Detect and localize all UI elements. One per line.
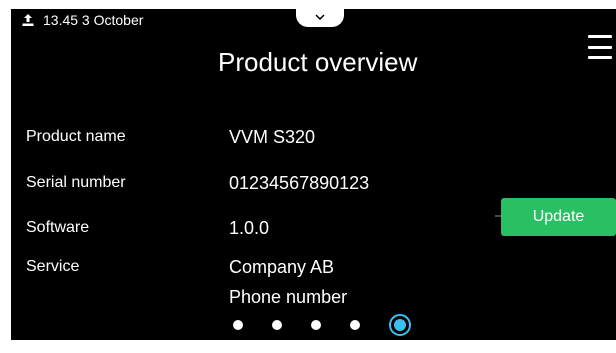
page-dot-4[interactable] — [350, 320, 360, 330]
row-software: Software 1.0.0 — [11, 213, 501, 243]
hamburger-menu-button[interactable] — [584, 30, 616, 64]
product-name-label: Product name — [26, 128, 126, 145]
chevron-down-icon — [315, 9, 325, 25]
row-product-name: Product name VVM S320 — [11, 122, 501, 152]
product-name-value: VVM S320 — [229, 127, 316, 147]
page-dot-5-active[interactable] — [389, 314, 411, 336]
service-label: Service — [26, 258, 80, 275]
usb-upload-icon — [17, 9, 39, 31]
software-version-value: 1.0.0 — [229, 218, 270, 238]
pull-down-tab[interactable] — [296, 9, 344, 27]
status-datetime: 13.45 3 October — [43, 12, 144, 28]
software-label: Software — [26, 219, 90, 236]
product-overview-screen: 13.45 3 October Product overview Product… — [11, 9, 616, 340]
service-company-value: Company AB — [229, 257, 335, 277]
serial-number-label: Serial number — [26, 174, 126, 191]
update-button[interactable]: Update — [501, 198, 616, 236]
page-indicator — [233, 312, 411, 338]
status-bar: 13.45 3 October — [11, 9, 143, 31]
service-phone-value: Phone number — [229, 287, 348, 307]
page-dot-1[interactable] — [233, 320, 243, 330]
row-service: Service Company AB Phone number — [11, 252, 501, 312]
page-title: Product overview — [218, 47, 418, 77]
serial-number-value: 01234567890123 — [229, 173, 370, 193]
hamburger-menu-icon — [588, 35, 612, 38]
row-serial-number: Serial number 01234567890123 — [11, 168, 501, 198]
page-dot-3[interactable] — [311, 320, 321, 330]
page-dot-2[interactable] — [272, 320, 282, 330]
